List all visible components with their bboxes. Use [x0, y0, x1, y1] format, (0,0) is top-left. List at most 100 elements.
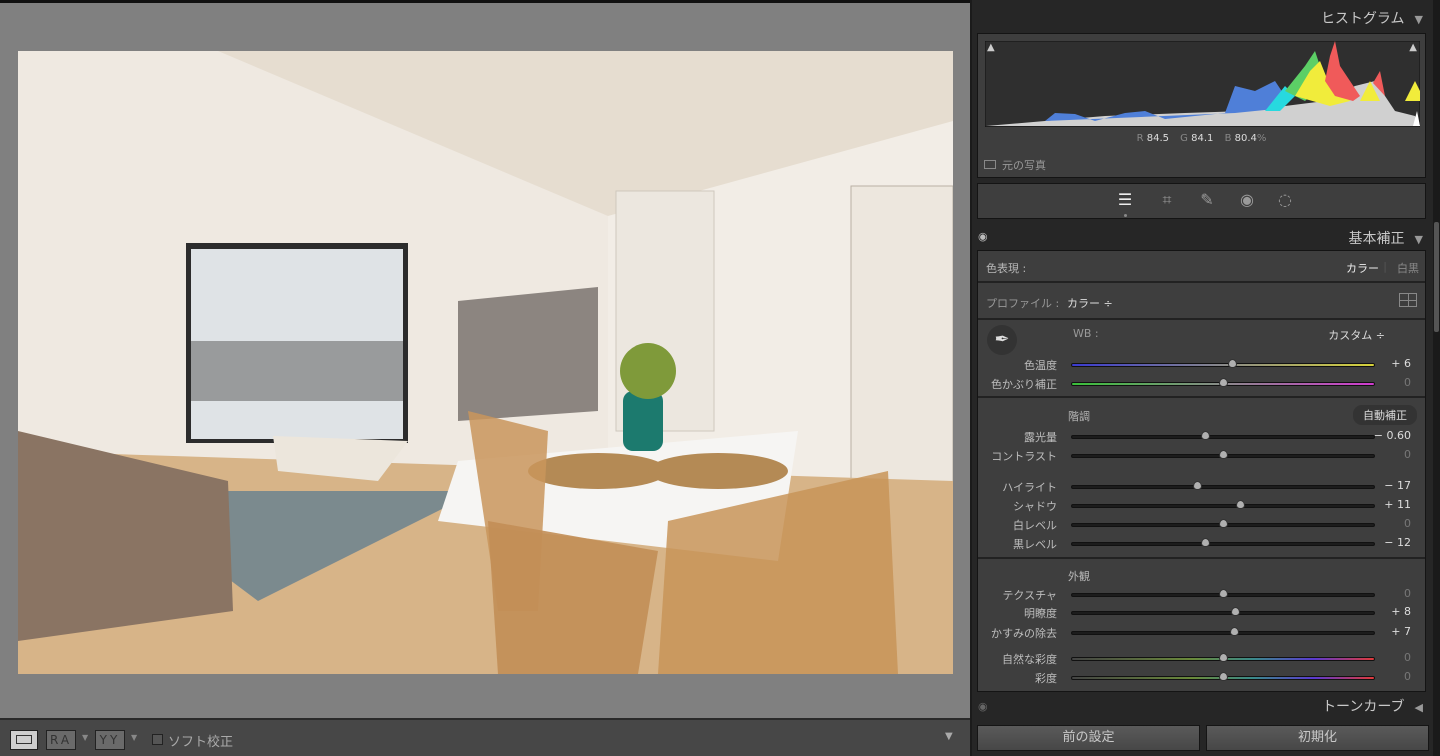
- slider-track[interactable]: [1071, 359, 1375, 368]
- b-value: 80.4: [1234, 133, 1257, 144]
- crop-icon[interactable]: ⌗: [1157, 190, 1177, 210]
- chevron-down-icon[interactable]: ▼: [82, 733, 88, 742]
- slider-value[interactable]: + 11: [1384, 498, 1411, 511]
- slider-value[interactable]: − 12: [1384, 536, 1411, 549]
- slider-label: かすみの除去: [991, 627, 1057, 640]
- slider-value[interactable]: 0: [1404, 376, 1411, 389]
- soft-proof-checkbox[interactable]: [152, 734, 163, 745]
- slider-track[interactable]: [1071, 672, 1375, 681]
- histogram-header[interactable]: ヒストグラム ▼: [1321, 8, 1423, 28]
- slider-thumb[interactable]: [1228, 359, 1238, 368]
- slider-track[interactable]: [1071, 500, 1375, 509]
- visibility-eye-icon[interactable]: ◉: [978, 230, 988, 243]
- chevron-down-icon[interactable]: ▼: [131, 733, 137, 742]
- slider-track[interactable]: [1071, 378, 1375, 387]
- slider-thumb[interactable]: [1200, 538, 1210, 547]
- tone-curve-title: トーンカーブ: [1322, 699, 1405, 715]
- original-photo-label: 元の写真: [1002, 159, 1046, 172]
- slider-track[interactable]: [1071, 653, 1375, 662]
- active-tool-dot: [1124, 214, 1127, 217]
- divider: |: [1383, 260, 1387, 273]
- slider-thumb[interactable]: [1219, 589, 1228, 598]
- scrollbar-thumb[interactable]: [1434, 222, 1439, 332]
- slider-value[interactable]: 0: [1404, 517, 1411, 530]
- slider-track[interactable]: [1071, 519, 1375, 528]
- basic-header[interactable]: 基本補正 ▼: [1349, 228, 1423, 248]
- panel-scrollbar[interactable]: [1433, 0, 1440, 756]
- slider-label: 明瞭度: [1024, 607, 1057, 620]
- soft-proof-label: ソフト校正: [168, 735, 234, 750]
- red-eye-icon[interactable]: ◉: [1237, 190, 1257, 210]
- reset-button[interactable]: 初期化: [1206, 725, 1429, 751]
- slider-thumb[interactable]: [1219, 519, 1228, 528]
- slider-thumb[interactable]: [1200, 431, 1210, 440]
- b-label: B: [1224, 133, 1232, 144]
- slider-label: 白レベル: [1013, 519, 1057, 532]
- slider-label: 色温度: [1024, 359, 1057, 372]
- shadow-clipping-icon[interactable]: ▲: [987, 42, 995, 53]
- treatment-label: 色表現 :: [986, 262, 1027, 275]
- rgb-readout: R 84.5 G 84.1 B 80.4%: [978, 133, 1425, 144]
- slider-track[interactable]: [1071, 538, 1375, 547]
- slider-thumb[interactable]: [1219, 672, 1228, 681]
- slider-track[interactable]: [1071, 589, 1375, 598]
- tone-section-label: 階調: [1068, 410, 1090, 423]
- wb-eyedropper-icon[interactable]: ✒: [987, 325, 1017, 355]
- profile-label: プロファイル :: [986, 297, 1060, 310]
- toolbar-menu-chevron-icon[interactable]: ▼: [945, 731, 953, 742]
- slider-thumb[interactable]: [1235, 500, 1245, 509]
- r-value: 84.5: [1146, 133, 1169, 144]
- slider-label: テクスチャ: [1002, 589, 1057, 602]
- slider-thumb[interactable]: [1219, 653, 1228, 662]
- wb-dropdown[interactable]: カスタム ÷: [1328, 327, 1385, 343]
- before-after-button[interactable]: RA: [46, 730, 76, 750]
- histogram-chart[interactable]: [985, 41, 1420, 127]
- slider-label: 彩度: [1035, 672, 1057, 685]
- g-value: 84.1: [1191, 133, 1214, 144]
- slider-label: ハイライト: [1002, 481, 1057, 494]
- edit-sliders-icon[interactable]: ☰: [1115, 190, 1135, 210]
- previous-settings-button[interactable]: 前の設定: [977, 725, 1200, 751]
- auto-tone-button[interactable]: 自動補正: [1353, 405, 1417, 425]
- visibility-eye-icon[interactable]: ◉: [978, 700, 988, 713]
- photo-preview[interactable]: [18, 51, 953, 674]
- slider-track[interactable]: [1071, 431, 1375, 440]
- slider-track[interactable]: [1071, 607, 1375, 616]
- slider-label: コントラスト: [991, 450, 1057, 463]
- tone-curve-header[interactable]: トーンカーブ ◀: [1322, 696, 1423, 716]
- loupe-view-button[interactable]: [10, 730, 38, 750]
- slider-label: シャドウ: [1013, 500, 1057, 513]
- slider-label: 露光量: [1024, 431, 1057, 444]
- slider-thumb[interactable]: [1219, 378, 1228, 387]
- percent-unit: %: [1256, 133, 1267, 144]
- treatment-color-button[interactable]: カラー: [1346, 260, 1379, 276]
- highlight-clipping-icon[interactable]: ▲: [1409, 42, 1417, 53]
- slider-thumb[interactable]: [1229, 627, 1239, 636]
- treatment-bw-button[interactable]: 白黒: [1397, 260, 1419, 276]
- bottom-toolbar: RA ▼ YY ▼ ソフト校正 ▼: [0, 718, 970, 756]
- expand-triangle-icon: ◀: [1414, 701, 1423, 714]
- profile-browser-grid-icon[interactable]: [1399, 293, 1417, 307]
- r-label: R: [1136, 133, 1144, 144]
- slider-value[interactable]: 0: [1404, 587, 1411, 600]
- slider-value[interactable]: 0: [1404, 651, 1411, 664]
- slider-thumb[interactable]: [1193, 481, 1203, 490]
- slider-track[interactable]: [1071, 627, 1375, 636]
- profile-dropdown[interactable]: カラー ÷: [1067, 295, 1113, 311]
- before-after-yy-button[interactable]: YY: [95, 730, 125, 750]
- slider-value[interactable]: − 17: [1384, 479, 1411, 492]
- slider-track[interactable]: [1071, 450, 1375, 459]
- slider-track[interactable]: [1071, 481, 1375, 490]
- slider-value[interactable]: − 0.60: [1374, 429, 1411, 442]
- masking-icon[interactable]: ◌: [1275, 190, 1295, 210]
- slider-value[interactable]: 0: [1404, 670, 1411, 683]
- slider-value[interactable]: 0: [1404, 448, 1411, 461]
- slider-thumb[interactable]: [1219, 450, 1228, 459]
- histogram-title: ヒストグラム: [1320, 11, 1405, 27]
- slider-value[interactable]: + 8: [1391, 605, 1411, 618]
- slider-thumb[interactable]: [1231, 607, 1241, 616]
- slider-value[interactable]: + 7: [1391, 625, 1411, 638]
- healing-icon[interactable]: ✎: [1197, 190, 1217, 210]
- slider-value[interactable]: + 6: [1391, 357, 1411, 370]
- original-photo-checkbox[interactable]: [984, 160, 996, 169]
